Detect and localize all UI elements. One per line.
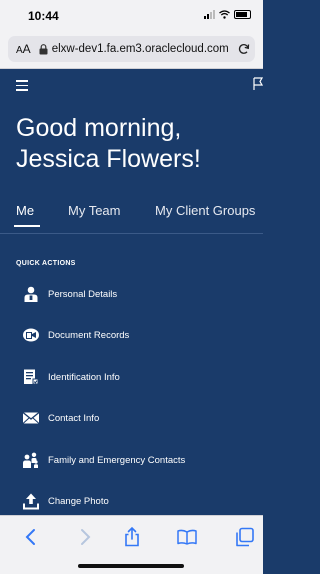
- bookmarks-icon[interactable]: [176, 526, 198, 548]
- quick-action-label: Change Photo: [48, 495, 109, 507]
- text-size-button[interactable]: AA: [16, 42, 31, 56]
- battery-icon: [234, 10, 251, 19]
- identification-icon: [24, 369, 39, 385]
- home-indicator: [78, 564, 184, 568]
- quick-actions-heading: QUICK ACTIONS: [16, 260, 76, 267]
- url-text: elxw-dev1.fa.em3.oraclecloud.com: [51, 43, 229, 55]
- status-time: 10:44: [28, 9, 59, 23]
- quick-action-label: Document Records: [48, 329, 130, 341]
- selected-tab-indicator: [14, 225, 40, 227]
- family-icon: [23, 452, 38, 468]
- tab-bar: Me My Team My Client Groups: [0, 203, 263, 233]
- tab-my-team[interactable]: My Team: [68, 203, 121, 218]
- tabs-divider: [0, 233, 263, 234]
- quick-action-family-emergency-contacts[interactable]: Family and Emergency Contacts: [0, 440, 263, 480]
- document-records-icon: [23, 328, 39, 342]
- browser-toolbar: [0, 515, 263, 574]
- lock-icon: [39, 43, 48, 54]
- hamburger-menu-icon[interactable]: [16, 80, 28, 91]
- person-icon: [24, 286, 38, 302]
- quick-action-identification-info[interactable]: Identification Info: [0, 357, 263, 397]
- quick-action-contact-info[interactable]: Contact Info: [0, 398, 263, 438]
- browser-url-bar: AA elxw-dev1.fa.em3.oraclecloud.com: [0, 30, 263, 69]
- address-field[interactable]: AA elxw-dev1.fa.em3.oraclecloud.com: [8, 36, 255, 62]
- status-bar: 10:44: [0, 0, 263, 30]
- tabs-icon[interactable]: [234, 526, 256, 548]
- tab-me[interactable]: Me: [16, 203, 34, 218]
- back-icon[interactable]: [20, 526, 42, 548]
- quick-action-personal-details[interactable]: Personal Details: [0, 274, 263, 314]
- quick-action-label: Personal Details: [48, 288, 118, 300]
- upload-icon: [23, 493, 39, 510]
- flag-icon[interactable]: [253, 77, 263, 91]
- envelope-icon: [22, 411, 40, 424]
- tab-my-client-groups[interactable]: My Client Groups: [155, 203, 255, 218]
- signal-icon: [204, 10, 215, 19]
- forward-icon[interactable]: [74, 526, 96, 548]
- quick-action-label: Family and Emergency Contacts: [48, 454, 186, 466]
- quick-action-document-records[interactable]: Document Records: [0, 315, 263, 355]
- quick-action-label: Identification Info: [48, 371, 120, 383]
- quick-action-label: Contact Info: [48, 412, 100, 424]
- reload-icon[interactable]: [237, 42, 251, 56]
- wifi-icon: [219, 10, 230, 19]
- system-icons: [204, 10, 251, 19]
- share-icon[interactable]: [121, 526, 143, 548]
- greeting-heading: Good morning, Jessica Flowers!: [16, 114, 201, 173]
- app-header: [0, 68, 263, 102]
